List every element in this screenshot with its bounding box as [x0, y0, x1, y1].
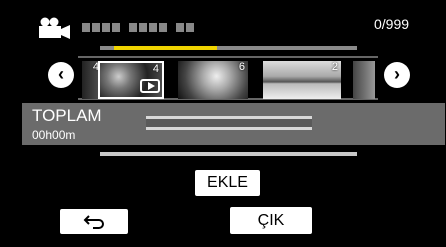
- add-button[interactable]: EKLE: [195, 170, 260, 196]
- video-camera-icon: [37, 17, 71, 39]
- thumbnail-number: 2: [331, 61, 338, 73]
- divider: [100, 152, 357, 156]
- thumbnail-strip: ‹ 4 4 6 2 ›: [0, 54, 446, 102]
- thumbnail-frame: 4 4 6 2: [78, 56, 378, 100]
- total-label: TOPLAM: [32, 106, 102, 125]
- edit-playlist-screen: 0/999 ‹ 4 4 6 2 › TOPLAM 00h00m EKLE ÇIK: [0, 0, 446, 247]
- exit-button[interactable]: ÇIK: [230, 207, 312, 234]
- thumbnail[interactable]: [353, 61, 375, 99]
- thumbnail-number: 6: [238, 61, 245, 73]
- total-bar: [146, 116, 312, 132]
- thumbnail[interactable]: 2: [263, 61, 341, 99]
- play-icon: [140, 79, 160, 93]
- thumbnail-selected[interactable]: 4: [98, 61, 164, 99]
- back-button[interactable]: [60, 209, 128, 234]
- item-counter: 0/999: [374, 16, 410, 32]
- progress-fill: [114, 46, 217, 50]
- thumbnail[interactable]: 6: [178, 61, 248, 99]
- title-placeholder: [82, 23, 194, 32]
- chevron-right-icon: ›: [394, 64, 400, 84]
- chevron-left-icon: ‹: [58, 64, 64, 84]
- thumbnail-number: 4: [152, 63, 159, 75]
- return-arrow-icon: [83, 214, 104, 229]
- previous-button[interactable]: ‹: [48, 62, 74, 88]
- total-time: 00h00m: [32, 128, 76, 142]
- next-button[interactable]: ›: [384, 62, 410, 88]
